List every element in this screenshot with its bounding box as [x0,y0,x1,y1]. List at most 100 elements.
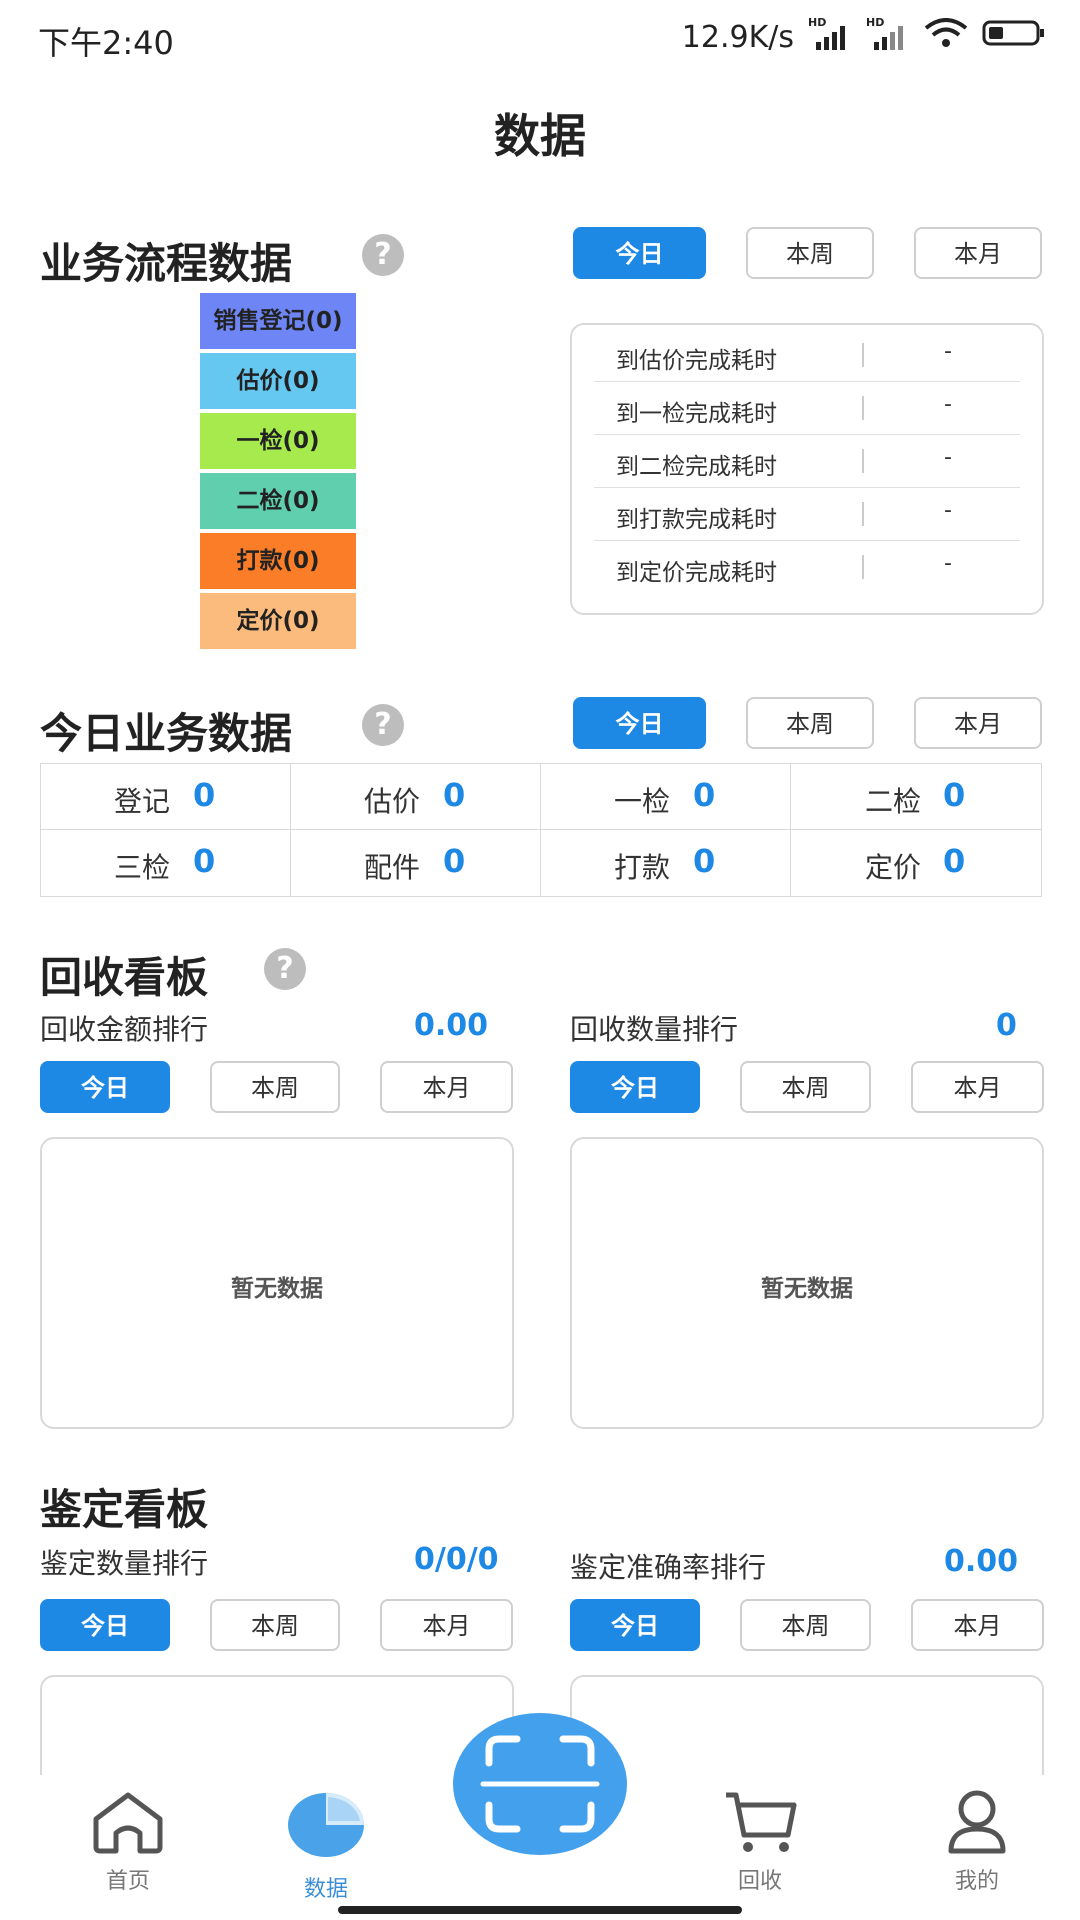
scan-icon [480,1735,600,1833]
stat-value: 0 [193,842,216,880]
wifi-icon [924,18,968,56]
funnel-step: 定价(0) [200,593,356,649]
empty-state-text: 暂无数据 [761,1276,853,1302]
appraisal-accuracy-value: 0.00 [944,1544,1019,1579]
stat-value: 0 [693,842,716,880]
time-row: 到定价完成耗时 - [594,541,1020,593]
nav-data[interactable]: 数据 [266,1781,386,1902]
time-row-divider [862,396,864,420]
recycle-amount-month-button[interactable]: 本月 [380,1061,513,1113]
stat-value: 0 [193,776,216,814]
today-stats-today-button[interactable]: 今日 [573,697,706,749]
time-row-divider [862,502,864,526]
time-row-label: 到估价完成耗时 [616,348,777,374]
stat-cell: 配件 0 [291,830,541,896]
help-icon[interactable]: ? [264,948,306,990]
time-row: 到一检完成耗时 - [594,382,1020,435]
time-row-label: 到一检完成耗时 [616,401,777,427]
recycle-count-month-button[interactable]: 本月 [911,1061,1044,1113]
scan-button[interactable] [453,1713,627,1855]
time-row-label: 到定价完成耗时 [616,560,777,586]
recycle-amount-chart: 暂无数据 [40,1137,514,1429]
help-icon[interactable]: ? [362,704,404,746]
time-row-value: - [944,551,952,576]
nav-home-label: 首页 [105,1869,150,1894]
stat-cell: 打款 0 [541,830,791,896]
time-row-value: - [944,392,952,417]
recycle-amount-label: 回收金额排行 [40,1013,209,1046]
today-stats-week-button[interactable]: 本周 [746,697,874,749]
time-row: 到打款完成耗时 - [594,488,1020,541]
stat-label: 打款 [613,851,670,884]
process-month-button[interactable]: 本月 [914,227,1042,279]
nav-home[interactable]: 首页 [68,1787,188,1897]
recycle-amount-week-button[interactable]: 本周 [210,1061,340,1113]
stat-value: 0 [443,776,466,814]
today-stats-grid: 登记 0 估价 0 一检 0 二检 0 三检 0 配件 0 打款 0 定价 0 [40,763,1042,897]
stat-value: 0 [443,842,466,880]
time-panel: 到估价完成耗时 - 到一检完成耗时 - 到二检完成耗时 - 到打款完成耗时 - 到定价完成耗时 - [570,323,1044,615]
stat-value: 0 [943,776,966,814]
time-row-divider [862,343,864,367]
nav-data-label: 数据 [303,1877,348,1902]
process-today-button[interactable]: 今日 [573,227,706,279]
stat-label: 配件 [363,851,420,884]
stat-cell: 登记 0 [41,764,291,830]
recycle-count-today-button[interactable]: 今日 [570,1061,700,1113]
battery-icon [982,18,1046,56]
time-row-value: - [944,445,952,470]
home-icon [93,1792,163,1854]
appraisal-count-value: 0/0/0 [414,1542,499,1577]
status-time: 下午2:40 [38,24,174,62]
funnel-step: 销售登记(0) [200,293,356,349]
nav-mine-label: 我的 [954,1869,999,1894]
recycle-amount-value: 0.00 [414,1008,489,1043]
time-row: 到二检完成耗时 - [594,435,1020,488]
status-icons: 12.9K/s HD HD [681,16,1046,56]
stat-cell: 三检 0 [41,830,291,896]
process-section-title: 业务流程数据 [40,239,293,288]
stat-cell: 一检 0 [541,764,791,830]
bottom-nav: 首页 数据 回收 我的 [0,1713,1080,1920]
cart-icon [726,1792,797,1852]
stat-value: 0 [693,776,716,814]
recycle-amount-today-button[interactable]: 今日 [40,1061,170,1113]
help-icon[interactable]: ? [362,234,404,276]
today-stats-month-button[interactable]: 本月 [914,697,1042,749]
recycle-count-week-button[interactable]: 本周 [740,1061,871,1113]
time-row-label: 到打款完成耗时 [616,507,777,533]
recycle-count-value: 0 [996,1008,1017,1043]
nav-recycle[interactable]: 回收 [700,1787,820,1897]
funnel-step: 一检(0) [200,413,356,469]
appraisal-accuracy-week-button[interactable]: 本周 [740,1599,871,1651]
stat-cell: 二检 0 [791,764,1041,830]
funnel-step: 打款(0) [200,533,356,589]
stat-label: 一检 [613,785,670,818]
page-title: 数据 [494,109,586,163]
process-week-button[interactable]: 本周 [746,227,874,279]
stat-label: 二检 [864,785,921,818]
appraisal-count-label: 鉴定数量排行 [40,1547,209,1580]
appraisal-count-month-button[interactable]: 本月 [380,1599,513,1651]
stat-cell: 估价 0 [291,764,541,830]
appraisal-section-title: 鉴定看板 [40,1485,209,1534]
recycle-section-title: 回收看板 [40,953,209,1002]
time-row-divider [862,449,864,473]
user-icon [948,1790,1006,1854]
recycle-count-chart: 暂无数据 [570,1137,1044,1429]
nav-mine[interactable]: 我的 [917,1787,1037,1897]
today-section-title: 今日业务数据 [40,709,293,758]
appraisal-accuracy-month-button[interactable]: 本月 [911,1599,1044,1651]
stat-label: 三检 [113,851,170,884]
appraisal-count-today-button[interactable]: 今日 [40,1599,170,1651]
stat-label: 登记 [113,785,170,818]
home-indicator[interactable] [338,1906,742,1914]
appraisal-accuracy-today-button[interactable]: 今日 [570,1599,700,1651]
appraisal-count-week-button[interactable]: 本周 [210,1599,340,1651]
nav-recycle-label: 回收 [737,1869,782,1894]
network-speed: 12.9K/s [681,19,794,55]
stat-label: 估价 [363,785,420,818]
stat-label: 定价 [864,851,921,884]
stat-cell: 定价 0 [791,830,1041,896]
pie-chart-icon [288,1793,364,1857]
